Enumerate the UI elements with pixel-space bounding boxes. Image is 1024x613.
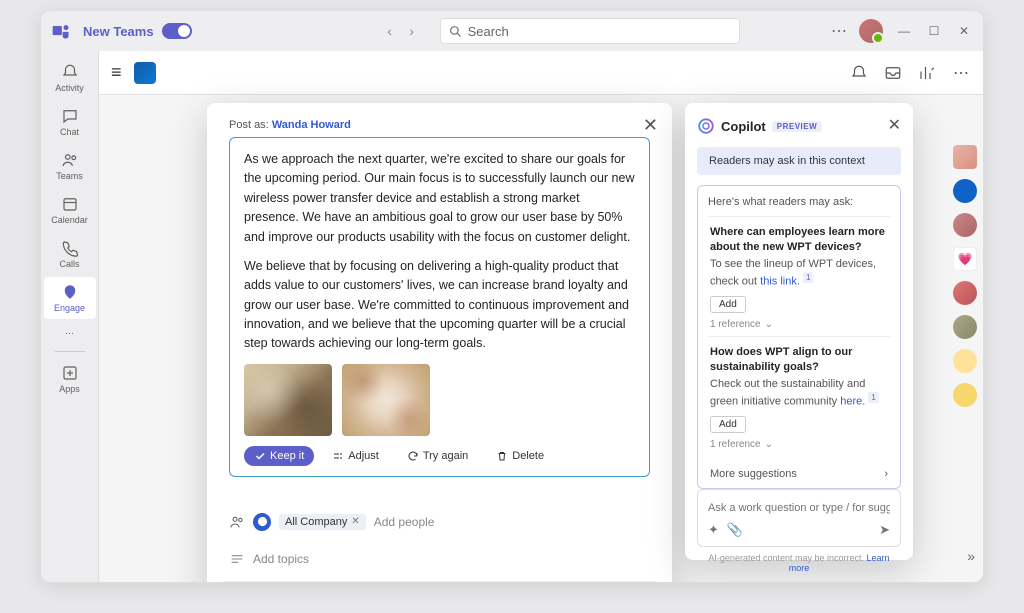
- copilot-ask-box[interactable]: ✦ 📎 ➤: [697, 489, 901, 547]
- suggestion-1: Where can employees learn more about the…: [708, 216, 890, 336]
- readers-header: Here's what readers may ask:: [708, 196, 890, 208]
- delete-button[interactable]: Delete: [486, 446, 554, 466]
- rail-avatar-4[interactable]: [953, 315, 977, 339]
- search-placeholder: Search: [468, 24, 509, 39]
- ai-disclaimer: AI-generated content may be incorrect. L…: [697, 553, 901, 573]
- new-teams-toggle[interactable]: [162, 23, 192, 39]
- notifications-icon[interactable]: [849, 63, 869, 83]
- try-again-button[interactable]: Try again: [397, 446, 478, 466]
- nav-teams[interactable]: Teams: [44, 145, 96, 187]
- rail-item-emoji[interactable]: [953, 349, 977, 373]
- ref-badge-2[interactable]: 1: [868, 392, 878, 403]
- draft-paragraph-2[interactable]: We believe that by focusing on deliverin…: [244, 257, 635, 354]
- copilot-panel: ✕ Copilot PREVIEW Readers may ask in thi…: [685, 103, 913, 560]
- send-icon[interactable]: ➤: [879, 522, 890, 538]
- context-pill[interactable]: Readers may ask in this context: [697, 147, 901, 175]
- nav-more[interactable]: ⋯: [44, 321, 96, 345]
- search-icon: [449, 25, 462, 38]
- rail-item-heart[interactable]: 💗: [953, 247, 977, 271]
- add-suggestion-2-button[interactable]: Add: [710, 416, 746, 433]
- attachment-icon[interactable]: 📎: [727, 522, 743, 538]
- copilot-title: Copilot: [721, 119, 766, 134]
- post-as-row: Post as: Wanda Howard: [229, 119, 650, 131]
- nav-activity[interactable]: Activity: [44, 57, 96, 99]
- back-button[interactable]: ‹: [380, 21, 400, 41]
- reference-1-toggle[interactable]: 1 reference ⌄: [710, 319, 888, 330]
- close-compose-button[interactable]: ✕: [643, 115, 658, 136]
- user-avatar[interactable]: [859, 19, 883, 43]
- adjust-button[interactable]: Adjust: [322, 446, 389, 466]
- maximize-button[interactable]: ☐: [925, 22, 943, 40]
- copilot-input[interactable]: [708, 502, 890, 514]
- reference-2-toggle[interactable]: 1 reference ⌄: [710, 439, 888, 450]
- draft-editor[interactable]: As we approach the next quarter, we're e…: [229, 137, 650, 477]
- add-people-button[interactable]: Add people: [374, 515, 435, 529]
- inbox-icon[interactable]: [883, 63, 903, 83]
- more-icon[interactable]: ⋯: [831, 21, 847, 41]
- attachment-thumb-1[interactable]: [244, 364, 332, 436]
- minimize-button[interactable]: —: [895, 22, 913, 40]
- rail-avatar-1[interactable]: [953, 145, 977, 169]
- close-window-button[interactable]: ✕: [955, 22, 973, 40]
- remove-audience-icon[interactable]: ✕: [351, 516, 359, 527]
- audience-icon: [229, 514, 245, 530]
- post-as-user[interactable]: Wanda Howard: [272, 119, 351, 131]
- audience-tag[interactable]: All Company✕: [279, 514, 366, 530]
- suggestion-1-link[interactable]: this link: [760, 276, 797, 288]
- add-suggestion-1-button[interactable]: Add: [710, 296, 746, 313]
- rail-avatar-5[interactable]: [953, 383, 977, 407]
- readers-suggestions: Here's what readers may ask: Where can e…: [697, 185, 901, 489]
- suggestion-2: How does WPT align to our sustainability…: [708, 336, 890, 456]
- compose-dialog: ✕ Post as: Wanda Howard As we approach t…: [207, 103, 672, 582]
- add-topics-button[interactable]: Add topics: [253, 552, 309, 566]
- attachment-thumb-2[interactable]: [342, 364, 430, 436]
- rail-avatar-2[interactable]: [953, 213, 977, 237]
- topics-icon: [229, 551, 245, 567]
- nav-chat[interactable]: Chat: [44, 101, 96, 143]
- teams-icon: [51, 21, 71, 41]
- preview-badge: PREVIEW: [772, 121, 822, 132]
- sparkle-icon[interactable]: ✦: [708, 522, 719, 538]
- keep-it-button[interactable]: Keep it: [244, 446, 314, 466]
- suggestion-2-link[interactable]: here: [840, 396, 862, 408]
- hamburger-icon[interactable]: ≡: [111, 62, 122, 83]
- collapse-rail-icon[interactable]: »: [967, 548, 975, 564]
- rail-community-1[interactable]: [953, 179, 977, 203]
- nav-calendar[interactable]: Calendar: [44, 189, 96, 231]
- analytics-icon[interactable]: [917, 63, 937, 83]
- ref-badge-1[interactable]: 1: [803, 272, 813, 283]
- nav-apps[interactable]: Apps: [44, 358, 96, 400]
- draft-paragraph-1[interactable]: As we approach the next quarter, we're e…: [244, 150, 635, 247]
- more-suggestions-button[interactable]: More suggestions›: [708, 464, 890, 480]
- forward-button[interactable]: ›: [402, 21, 422, 41]
- new-teams-label: New Teams: [83, 24, 154, 39]
- header-more-icon[interactable]: ⋯: [951, 63, 971, 83]
- engage-logo: [134, 62, 156, 84]
- nav-engage[interactable]: Engage: [44, 277, 96, 319]
- nav-calls[interactable]: Calls: [44, 233, 96, 275]
- rail-avatar-3[interactable]: [953, 281, 977, 305]
- close-copilot-button[interactable]: ✕: [888, 115, 901, 135]
- copilot-icon: [697, 117, 715, 135]
- search-input[interactable]: Search: [440, 18, 740, 44]
